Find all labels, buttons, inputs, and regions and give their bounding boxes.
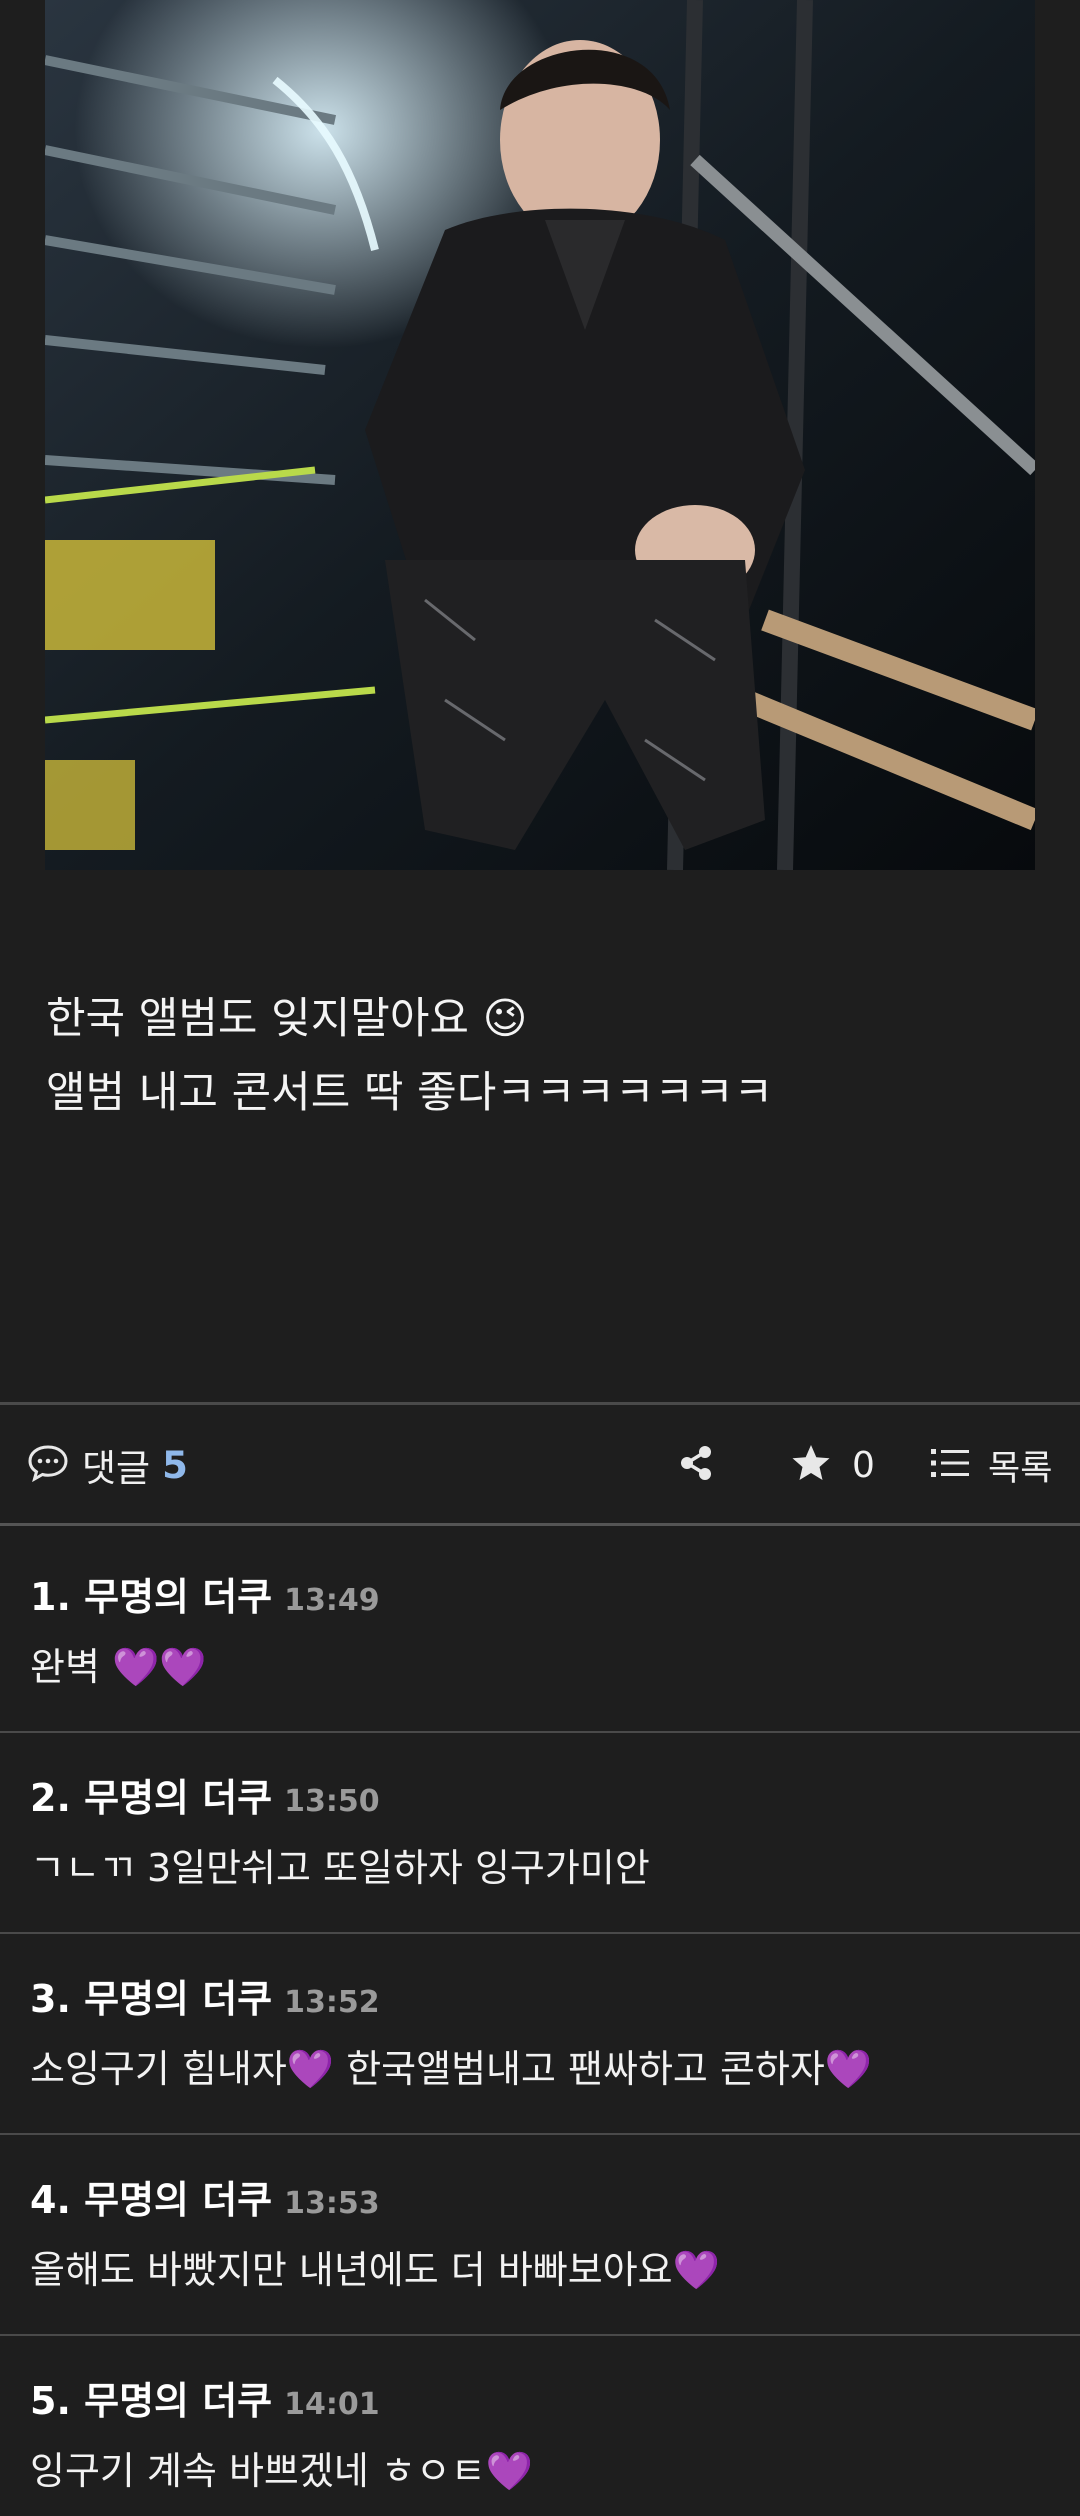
comment-header: 3. 무명의 더쿠 13:52: [30, 1968, 380, 2023]
comment-item: 5. 무명의 더쿠 14:01 잉구기 계속 바쁘겠네 ㅎㅇㅌ💜: [0, 2336, 1080, 2516]
star-count: 0: [852, 1444, 875, 1486]
comment-item: 2. 무명의 더쿠 13:50 ㄱㄴㄲ 3일만쉬고 또일하자 잉구가미안: [0, 1733, 1080, 1934]
comment-item: 4. 무명의 더쿠 13:53 올해도 바빴지만 내년에도 더 바빠보아요💜: [0, 2135, 1080, 2336]
post-line-1: 한국 앨범도 잊지말아요 😉: [46, 994, 528, 1044]
comment-author[interactable]: 1. 무명의 더쿠: [30, 1566, 272, 1621]
comment-time: 13:53: [284, 2186, 380, 2221]
list-label: 목록: [988, 1448, 1053, 1489]
comment-author[interactable]: 4. 무명의 더쿠: [30, 2169, 272, 2224]
comment-text: ㄱㄴㄲ 3일만쉬고 또일하자 잉구가미안: [30, 1846, 650, 1890]
comment-item: 3. 무명의 더쿠 13:52 소잉구기 힘내자💜 한국앨범내고 팬싸하고 콘하…: [0, 1934, 1080, 2135]
comment-header: 2. 무명의 더쿠 13:50: [30, 1767, 380, 1822]
post-photo: [45, 0, 1035, 870]
comment-time: 14:01: [284, 2387, 380, 2422]
comment-time: 13:52: [284, 1985, 380, 2020]
speech-bubble-icon: [28, 1444, 68, 1486]
comment-text: 완벽 💜💜: [30, 1645, 207, 1689]
post-page: 한국 앨범도 잊지말아요 😉 앨범 내고 콘서트 딱 좋다ㅋㅋㅋㅋㅋㅋㅋ 댓글 …: [0, 0, 1080, 2516]
comment-item: 1. 무명의 더쿠 13:49 완벽 💜💜: [0, 1532, 1080, 1733]
comment-author[interactable]: 5. 무명의 더쿠: [30, 2370, 272, 2425]
share-icon: [678, 1444, 714, 1486]
comment-time: 13:50: [284, 1784, 380, 1819]
comment-count-button[interactable]: 댓글 5: [28, 1443, 188, 1490]
comment-time: 13:49: [284, 1583, 380, 1618]
comment-text: 잉구기 계속 바쁘겠네 ㅎㅇㅌ💜: [30, 2449, 534, 2493]
comment-list: 1. 무명의 더쿠 13:49 완벽 💜💜 2. 무명의 더쿠 13:50 ㄱㄴ…: [0, 1532, 1080, 2516]
comment-author[interactable]: 2. 무명의 더쿠: [30, 1767, 272, 1822]
comment-author[interactable]: 3. 무명의 더쿠: [30, 1968, 272, 2023]
list-icon: [930, 1446, 970, 1484]
post-line-2: 앨범 내고 콘서트 딱 좋다ㅋㅋㅋㅋㅋㅋㅋ: [46, 1068, 774, 1118]
comment-text: 올해도 바빴지만 내년에도 더 바빠보아요💜: [30, 2248, 720, 2292]
star-icon: [790, 1443, 832, 1487]
post-body: 한국 앨범도 잊지말아요 😉 앨범 내고 콘서트 딱 좋다ㅋㅋㅋㅋㅋㅋㅋ: [46, 982, 1036, 1130]
comment-text: 소잉구기 힘내자💜 한국앨범내고 팬싸하고 콘하자💜: [30, 2047, 873, 2091]
comment-count: 5: [162, 1443, 188, 1487]
comment-header: 5. 무명의 더쿠 14:01: [30, 2370, 380, 2425]
share-button[interactable]: [676, 1445, 716, 1485]
divider-bottom: [0, 1523, 1080, 1526]
comment-header: 1. 무명의 더쿠 13:49: [30, 1566, 380, 1621]
comment-header: 4. 무명의 더쿠 13:53: [30, 2169, 380, 2224]
comment-label: 댓글: [82, 1447, 151, 1490]
list-button[interactable]: 목록: [930, 1443, 1052, 1489]
star-button[interactable]: 0: [790, 1443, 875, 1487]
action-bar: 댓글 5 0 목록: [0, 1405, 1080, 1523]
